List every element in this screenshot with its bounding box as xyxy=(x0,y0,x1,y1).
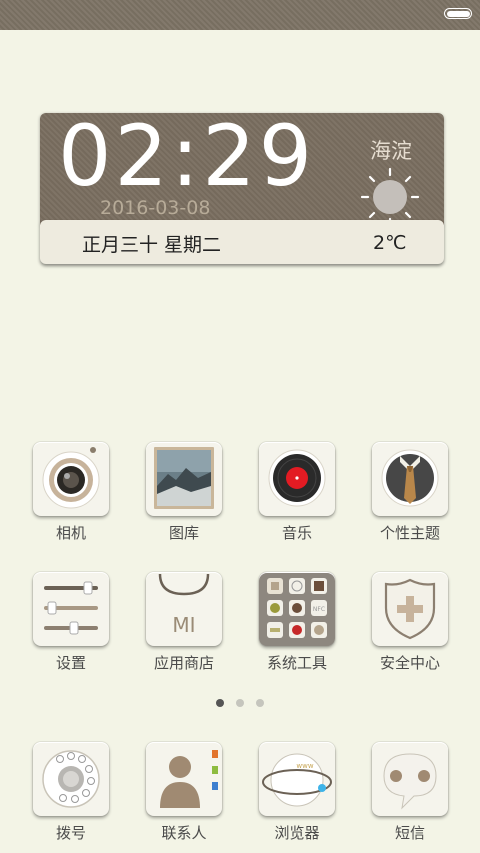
app-label: 短信 xyxy=(394,824,425,842)
page-indicator xyxy=(0,699,480,709)
page-dot-2[interactable] xyxy=(236,699,244,707)
clock-weather-widget[interactable]: 02:29 2016-03-08 海淀 正月三十 星期二 2℃ xyxy=(40,113,444,265)
clock-info-bar: 正月三十 星期二 2℃ xyxy=(40,220,444,264)
svg-text:NFC: NFC xyxy=(313,606,325,613)
app-label: 个性主题 xyxy=(379,524,440,542)
temperature: 2℃ xyxy=(373,232,407,254)
theme-icon xyxy=(381,449,439,507)
page-dot-3[interactable] xyxy=(256,699,264,707)
app-store-icon: MI xyxy=(158,573,210,637)
app-label: 相机 xyxy=(55,524,86,542)
settings-icon xyxy=(44,581,98,635)
app-theme[interactable]: 个性主题 xyxy=(360,442,460,552)
status-bar xyxy=(0,0,480,30)
app-system-tools[interactable]: NFC 系统工具 xyxy=(247,572,347,682)
app-settings[interactable]: 设置 xyxy=(21,572,121,682)
phone-dial-icon xyxy=(42,750,100,808)
page-dot-1[interactable] xyxy=(216,699,224,707)
security-center-icon xyxy=(384,578,436,640)
app-store-logo-text: MI xyxy=(172,613,195,637)
browser-www-text: www xyxy=(296,762,313,770)
app-security-center[interactable]: 安全中心 xyxy=(360,572,460,682)
weather-city: 海淀 xyxy=(370,139,412,163)
camera-icon xyxy=(42,447,100,509)
app-label: 拨号 xyxy=(55,824,86,842)
clock-panel: 02:29 2016-03-08 海淀 xyxy=(40,107,444,227)
app-label: 图库 xyxy=(168,524,199,542)
app-label: 安全中心 xyxy=(379,654,440,672)
clock-time: 02:29 xyxy=(58,107,316,205)
app-label: 系统工具 xyxy=(266,654,327,672)
sms-icon xyxy=(383,753,437,810)
gallery-icon xyxy=(154,447,214,509)
app-label: 音乐 xyxy=(281,524,312,542)
app-store[interactable]: MI 应用商店 xyxy=(134,572,234,682)
contacts-icon xyxy=(160,750,218,808)
app-label: 应用商店 xyxy=(153,654,214,672)
music-icon xyxy=(268,449,326,507)
lunar-date-weekday: 正月三十 星期二 xyxy=(82,234,222,256)
app-label: 浏览器 xyxy=(274,824,320,842)
browser-icon: www xyxy=(262,753,332,807)
app-contacts[interactable]: 联系人 xyxy=(134,742,234,852)
system-tools-icon: NFC xyxy=(267,578,327,638)
app-label: 设置 xyxy=(55,654,86,672)
app-camera[interactable]: 相机 xyxy=(21,442,121,552)
app-music[interactable]: 音乐 xyxy=(247,442,347,552)
sunny-weather-icon xyxy=(360,167,420,227)
clock-date: 2016-03-08 xyxy=(100,197,211,219)
battery-icon xyxy=(444,8,472,19)
app-gallery[interactable]: 图库 xyxy=(134,442,234,552)
app-browser[interactable]: www 浏览器 xyxy=(247,742,347,852)
app-label: 联系人 xyxy=(161,824,207,842)
app-sms[interactable]: 短信 xyxy=(360,742,460,852)
app-phone[interactable]: 拨号 xyxy=(21,742,121,852)
